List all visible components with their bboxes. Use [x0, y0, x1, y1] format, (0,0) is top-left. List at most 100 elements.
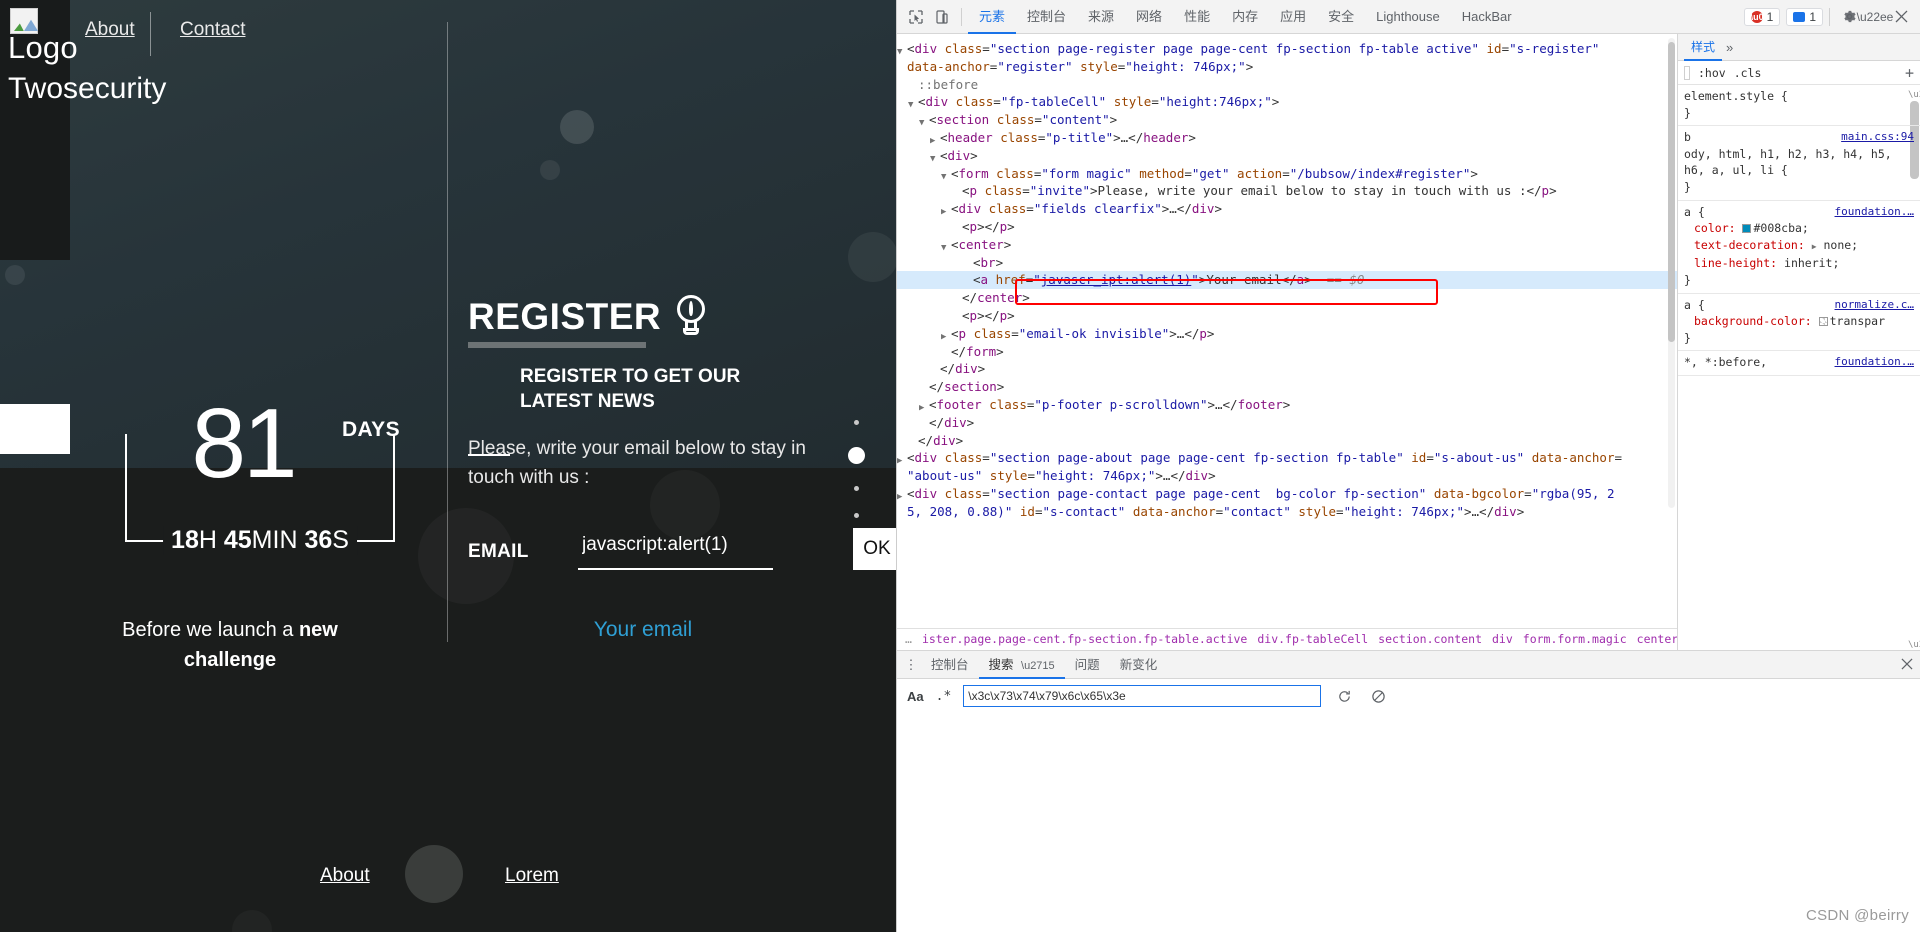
dom-tree-pane[interactable]: <div class="section page-register page p…	[897, 34, 1677, 650]
drawer-tab-close-icon[interactable]: \u2715	[1021, 660, 1055, 672]
breadcrumb-item[interactable]: div	[1492, 631, 1513, 649]
tab-network[interactable]: 网络	[1125, 0, 1173, 34]
search-input[interactable]	[963, 685, 1322, 707]
css-rule-source[interactable]: normalize.c…	[1835, 297, 1914, 314]
your-email-link[interactable]: Your email	[468, 618, 818, 642]
dom-node[interactable]: <section class="content">	[897, 111, 1677, 129]
refresh-icon[interactable]	[1333, 685, 1355, 707]
dom-node[interactable]: <div class="section page-register page p…	[897, 40, 1677, 58]
dom-node[interactable]: <p class="email-ok invisible">…</p>	[897, 325, 1677, 343]
footer-link-lorem[interactable]: Lorem	[505, 865, 559, 887]
filter-input[interactable]	[1684, 65, 1690, 80]
footer-link-about[interactable]: About	[320, 865, 370, 887]
tab-memory[interactable]: 内存	[1221, 0, 1269, 34]
dom-node[interactable]: <div class="fields clearfix">…</div>	[897, 200, 1677, 218]
tab-sources[interactable]: 来源	[1077, 0, 1125, 34]
styles-scroll-down-arrow[interactable]: \u25bc	[1908, 637, 1920, 650]
dom-node[interactable]: data-anchor="register" style="height: 74…	[897, 58, 1677, 76]
dom-node[interactable]: </center>	[897, 289, 1677, 307]
tab-lighthouse[interactable]: Lighthouse	[1365, 0, 1451, 34]
css-property[interactable]: background-color: transpar	[1684, 313, 1914, 330]
regex-button[interactable]: .*	[936, 689, 952, 704]
breadcrumb-item[interactable]: center	[1637, 631, 1677, 649]
css-rule-source[interactable]: main.css:94	[1841, 129, 1914, 146]
tab-application[interactable]: 应用	[1269, 0, 1317, 34]
tab-styles[interactable]: 样式	[1684, 34, 1722, 61]
section-dots-nav[interactable]	[848, 420, 865, 540]
css-rule[interactable]: element.style {}	[1678, 85, 1920, 127]
hover-state-button[interactable]: :hov	[1698, 66, 1726, 80]
css-selector[interactable]: a {	[1684, 205, 1705, 219]
css-selector[interactable]: *, *:before,	[1684, 355, 1767, 369]
email-input[interactable]	[578, 528, 773, 570]
css-selector[interactable]: ody, html, h1, h2, h3, h4, h5, h6, a, ul…	[1684, 147, 1892, 178]
dom-node-selected[interactable]: <a href="javascr_ipt:alert(1)">Your emai…	[897, 271, 1677, 290]
css-value[interactable]: inherit;	[1784, 256, 1839, 270]
css-value[interactable]: transpar	[1830, 314, 1885, 328]
inspect-element-icon[interactable]	[903, 5, 929, 29]
expand-icon[interactable]: ▶	[1812, 242, 1817, 251]
tab-elements[interactable]: 元素	[968, 0, 1016, 34]
css-rule-source[interactable]: foundation.…	[1835, 354, 1914, 371]
dom-node[interactable]: <center>	[897, 236, 1677, 254]
css-property[interactable]: color: #008cba;	[1684, 220, 1914, 237]
color-swatch[interactable]	[1818, 317, 1828, 327]
drawer-tab-console[interactable]: 控制台	[921, 651, 979, 679]
dom-node[interactable]: <p></p>	[897, 307, 1677, 325]
dom-node[interactable]: </form>	[897, 343, 1677, 361]
tab-console[interactable]: 控制台	[1016, 0, 1077, 34]
breadcrumb-item[interactable]: form.form.magic	[1523, 631, 1627, 649]
dom-node[interactable]: <p></p>	[897, 218, 1677, 236]
dom-node[interactable]: ::before	[897, 76, 1677, 94]
css-rule-source[interactable]: foundation.…	[1835, 204, 1914, 221]
dom-node[interactable]: <p class="invite">Please, write your ema…	[897, 182, 1677, 200]
css-selector[interactable]: element.style {	[1684, 89, 1788, 103]
tab-performance[interactable]: 性能	[1173, 0, 1221, 34]
section-dot[interactable]	[854, 420, 859, 425]
styles-more-icon[interactable]: »	[1726, 40, 1733, 55]
clear-icon[interactable]	[1367, 685, 1389, 707]
dom-scrollbar-thumb[interactable]	[1668, 42, 1675, 342]
css-property[interactable]: line-height: inherit;	[1684, 255, 1914, 272]
css-property[interactable]: text-decoration: ▶ none;	[1684, 237, 1914, 256]
dom-node[interactable]: "about-us" style="height: 746px;">…</div…	[897, 467, 1677, 485]
css-rule[interactable]: normalize.c… a {background-color: transpa…	[1678, 294, 1920, 352]
drawer-kebab-icon[interactable]: ⋮	[901, 657, 921, 673]
css-rule[interactable]: foundation.… *, *:before,	[1678, 351, 1920, 376]
dom-node[interactable]: <div class="fp-tableCell" style="height:…	[897, 93, 1677, 111]
dom-node[interactable]: <header class="p-title">…</header>	[897, 129, 1677, 147]
dom-node[interactable]: <footer class="p-footer p-scrolldown">…<…	[897, 396, 1677, 414]
footer-circle-icon[interactable]	[405, 845, 463, 903]
dom-node[interactable]: 5, 208, 0.88)" id="s-contact" data-ancho…	[897, 503, 1677, 521]
close-icon[interactable]	[1888, 5, 1914, 29]
tab-security[interactable]: 安全	[1317, 0, 1365, 34]
css-value[interactable]: none;	[1823, 238, 1858, 252]
drawer-close-icon[interactable]	[1901, 657, 1913, 673]
dom-node[interactable]: </div>	[897, 432, 1677, 450]
kebab-menu-icon[interactable]: \u22ee	[1857, 5, 1894, 29]
breadcrumb-item[interactable]: ister.page.page-cent.fp-section.fp-table…	[922, 631, 1247, 649]
dom-node[interactable]: <br>	[897, 254, 1677, 272]
drawer-tab-search[interactable]: 搜索 \u2715	[979, 651, 1065, 679]
css-selector[interactable]: a {	[1684, 298, 1705, 312]
nav-item-about[interactable]: About	[85, 19, 135, 41]
css-rule[interactable]: main.css:94 b ody, html, h1, h2, h3, h4, h…	[1678, 126, 1920, 201]
section-dot-active[interactable]	[848, 447, 865, 464]
message-count-badge[interactable]: 1	[1786, 7, 1823, 26]
section-dot[interactable]	[854, 486, 859, 491]
device-toolbar-icon[interactable]	[929, 5, 955, 29]
css-rule[interactable]: foundation.… a {color: #008cba; text-decor…	[1678, 201, 1920, 294]
dom-node[interactable]: </div>	[897, 414, 1677, 432]
match-case-button[interactable]: Aa	[907, 689, 924, 704]
new-style-rule-button[interactable]: +	[1905, 64, 1914, 82]
color-swatch[interactable]	[1742, 224, 1752, 234]
dom-node[interactable]: </section>	[897, 378, 1677, 396]
tab-hackbar[interactable]: HackBar	[1451, 0, 1523, 34]
drawer-tab-issues[interactable]: 问题	[1065, 651, 1110, 679]
dom-node[interactable]: </div>	[897, 360, 1677, 378]
dom-node[interactable]: <div>	[897, 147, 1677, 165]
breadcrumb-item[interactable]: section.content	[1378, 631, 1482, 649]
css-value[interactable]: #008cba;	[1753, 221, 1808, 235]
dom-node[interactable]: <form class="form magic" method="get" ac…	[897, 165, 1677, 183]
section-dot[interactable]	[854, 513, 859, 518]
